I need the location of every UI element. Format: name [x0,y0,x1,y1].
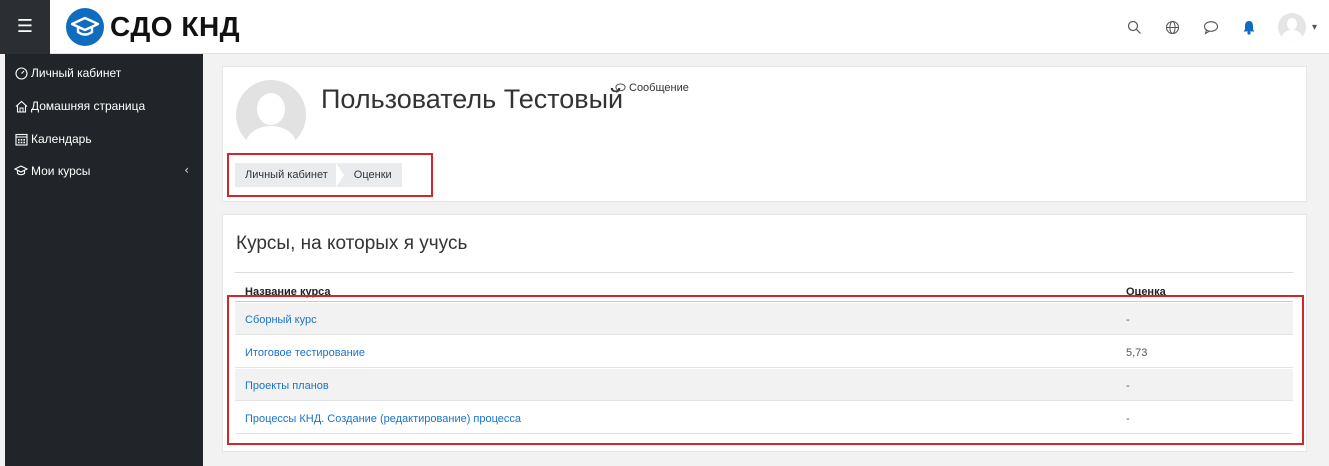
course-link[interactable]: Сборный курс [245,314,317,326]
sidebar-item-label: Календарь [31,132,92,146]
breadcrumb: Личный кабинет Оценки [235,163,402,187]
sidebar-item-label: Мои курсы [31,164,91,178]
profile-avatar[interactable] [236,80,306,150]
column-header-grade[interactable]: Оценка [1126,286,1166,298]
sidebar-item-dashboard[interactable]: Личный кабинет [5,60,203,86]
table-header: Название курса Оценка [235,272,1293,302]
message-label: Сообщение [629,82,689,94]
sidebar-item-my-courses[interactable]: Мои курсы ‹ [5,158,203,184]
brand-name: СДО КНД [110,11,241,42]
sidebar: Личный кабинет Домашняя страница Календа… [5,54,203,466]
message-link[interactable]: Сообщение [615,82,689,94]
chat-icon [615,83,626,93]
chevron-left-icon[interactable]: ‹ [184,163,189,177]
breadcrumb-item-grades[interactable]: Оценки [344,163,402,187]
search-icon[interactable] [1126,18,1144,36]
bell-icon[interactable] [1240,18,1258,36]
table-row: Проекты планов - [235,369,1293,401]
breadcrumb-highlight: Личный кабинет Оценки [227,153,433,197]
sidebar-item-label: Домашняя страница [31,99,146,113]
chat-icon[interactable] [1202,18,1220,36]
course-link[interactable]: Процессы КНД. Создание (редактирование) … [245,413,521,425]
course-grade: 5,73 [1126,347,1148,359]
hamburger-icon[interactable]: ☰ [11,13,39,41]
home-icon [14,99,28,113]
table-row: Сборный курс - [235,303,1293,335]
profile-name: Пользователь Тестовый [321,84,624,114]
sidebar-item-label: Личный кабинет [31,66,122,80]
course-link[interactable]: Проекты планов [245,380,329,392]
nav-drawer-strip: ☰ [0,0,50,54]
courses-title: Курсы, на которых я учусь [236,233,468,254]
globe-icon[interactable] [1164,18,1182,36]
course-link[interactable]: Итоговое тестирование [245,347,365,359]
dashboard-gauge-icon [14,66,28,80]
chevron-down-icon[interactable]: ▾ [1312,22,1317,33]
course-grade: - [1126,314,1130,326]
top-navbar: ☰ СДО КНД ▾ [0,0,1329,54]
course-grade: - [1126,413,1130,425]
user-avatar[interactable] [1277,13,1306,41]
sidebar-item-home[interactable]: Домашняя страница [5,93,203,119]
breadcrumb-separator [335,163,344,187]
column-header-course-name[interactable]: Название курса [245,286,331,298]
course-grade: - [1126,380,1130,392]
breadcrumb-item-dashboard[interactable]: Личный кабинет [235,163,338,187]
brand[interactable]: СДО КНД [66,8,240,46]
graduation-cap-icon [14,164,28,178]
table-row: Процессы КНД. Создание (редактирование) … [235,402,1293,434]
calendar-icon [14,132,28,146]
sidebar-item-calendar[interactable]: Календарь [5,126,203,152]
table-row: Итоговое тестирование 5,73 [235,336,1293,368]
profile-header-card: Пользователь Тестовый Сообщение Личный к… [222,66,1307,202]
nav-icons: ▾ [1126,12,1317,42]
courses-card: Курсы, на которых я учусь Название курса… [222,214,1307,452]
graduation-cap-icon [66,8,104,46]
